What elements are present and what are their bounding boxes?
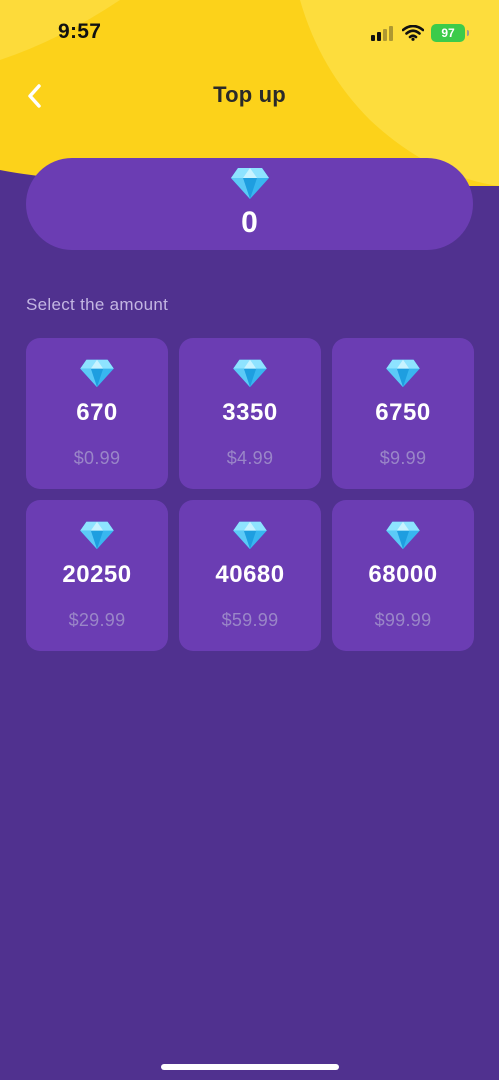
diamond-icon (386, 359, 420, 388)
diamond-icon (233, 521, 267, 550)
package-card[interactable]: 20250 $29.99 (26, 500, 168, 651)
package-amount: 20250 (62, 561, 132, 588)
home-indicator[interactable] (161, 1064, 339, 1070)
package-amount: 3350 (222, 399, 278, 426)
package-card[interactable]: 3350 $4.99 (179, 338, 321, 489)
balance-value: 0 (241, 206, 258, 239)
diamond-icon (386, 521, 420, 550)
battery-level: 97 (441, 26, 455, 40)
package-card[interactable]: 6750 $9.99 (332, 338, 474, 489)
page-title: Top up (213, 82, 286, 107)
package-grid: 670 $0.99 3350 $4.99 6750 $9.99 20250 $2… (26, 338, 474, 651)
package-amount: 68000 (368, 561, 438, 588)
battery-icon: 97 (431, 24, 469, 42)
package-price: $0.99 (73, 448, 121, 468)
package-card[interactable]: 670 $0.99 (26, 338, 168, 489)
package-price: $29.99 (68, 610, 126, 630)
signal-icon (371, 26, 393, 41)
select-amount-label: Select the amount (26, 295, 169, 314)
package-amount: 40680 (215, 561, 285, 588)
package-price: $99.99 (374, 610, 432, 630)
package-price: $9.99 (379, 448, 427, 468)
battery-tip (467, 30, 469, 36)
diamond-icon (80, 521, 114, 550)
package-amount: 670 (76, 399, 118, 426)
status-time: 9:57 (58, 20, 102, 43)
status-bar: 9:57 97 (0, 0, 499, 66)
package-card[interactable]: 68000 $99.99 (332, 500, 474, 651)
status-icons: 97 (371, 22, 469, 44)
diamond-icon (80, 359, 114, 388)
package-price: $4.99 (226, 448, 274, 468)
diamond-icon (233, 359, 267, 388)
package-amount: 6750 (375, 399, 431, 426)
package-card[interactable]: 40680 $59.99 (179, 500, 321, 651)
diamond-icon (231, 168, 269, 199)
package-price: $59.99 (221, 610, 279, 630)
wifi-icon (402, 25, 424, 41)
